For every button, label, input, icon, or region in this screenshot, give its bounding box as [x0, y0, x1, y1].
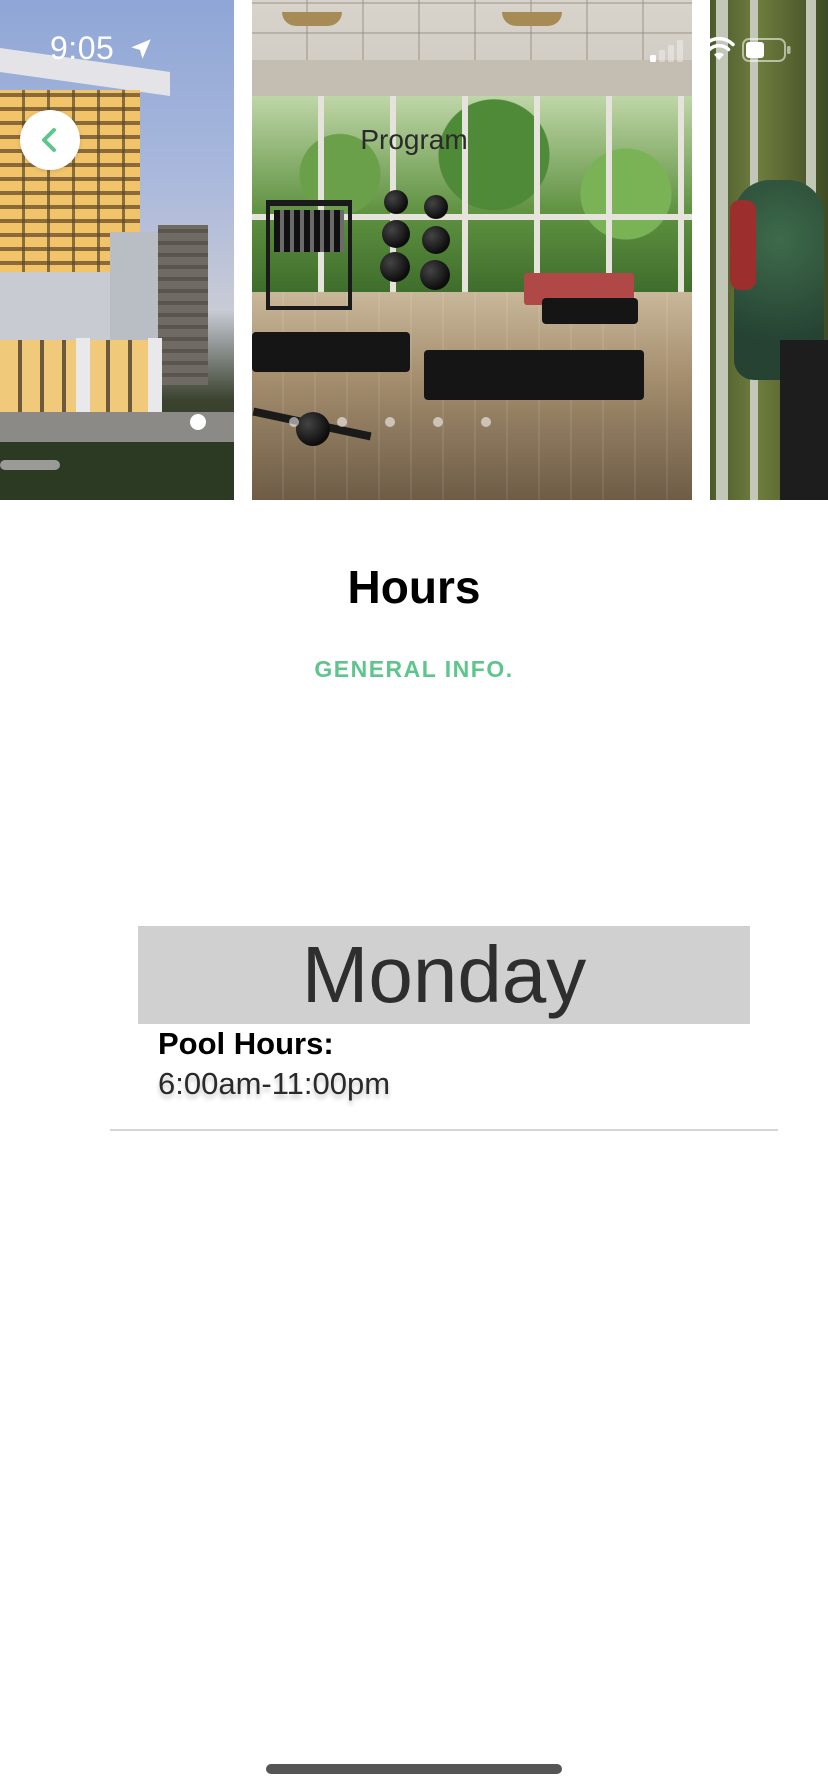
status-time: 9:05: [50, 30, 115, 66]
day-header: Monday: [138, 926, 750, 1024]
image-carousel[interactable]: 9:05 Program: [0, 0, 828, 500]
building-path: [0, 460, 60, 470]
hours-entry: Pool Hours: 6:00am-11:00pm: [158, 1024, 718, 1104]
home-indicator[interactable]: [266, 1764, 562, 1774]
location-arrow-icon: [131, 39, 151, 59]
medicine-ball: [384, 190, 408, 214]
building-stone-wall: [158, 225, 208, 385]
carousel-dot[interactable]: [190, 414, 206, 430]
carousel-dot[interactable]: [241, 417, 251, 427]
medicine-ball: [382, 220, 410, 248]
medicine-ball: [424, 195, 448, 219]
step-platform: [252, 332, 410, 372]
hours-value: 6:00am-11:00pm: [158, 1066, 391, 1101]
cellular-signal-icon: [650, 40, 683, 62]
carousel-dot[interactable]: [289, 417, 299, 427]
medicine-ball: [422, 226, 450, 254]
carousel-title: Program: [360, 124, 468, 155]
step-platform: [542, 298, 638, 324]
building-column: [148, 338, 162, 416]
carousel-page-dots[interactable]: [0, 414, 828, 434]
building-column: [76, 338, 90, 416]
step-platform: [424, 350, 644, 400]
hiker-backpack-strap: [730, 200, 756, 290]
gym-rack: [266, 200, 352, 310]
carousel-dot[interactable]: [481, 417, 491, 427]
carousel-dot[interactable]: [337, 417, 347, 427]
hours-label: Pool Hours:: [158, 1026, 334, 1061]
medicine-ball: [380, 252, 410, 282]
section-label: GENERAL INFO.: [314, 656, 514, 682]
wifi-icon: [703, 36, 735, 60]
battery-icon: [742, 38, 791, 62]
page-title: Hours: [347, 561, 481, 613]
carousel-dot[interactable]: [385, 417, 395, 427]
building-lawn: [0, 442, 234, 500]
status-bar: 9:05: [0, 0, 828, 100]
medicine-ball: [420, 260, 450, 290]
carousel-dot[interactable]: [433, 417, 443, 427]
divider: [110, 1129, 778, 1131]
